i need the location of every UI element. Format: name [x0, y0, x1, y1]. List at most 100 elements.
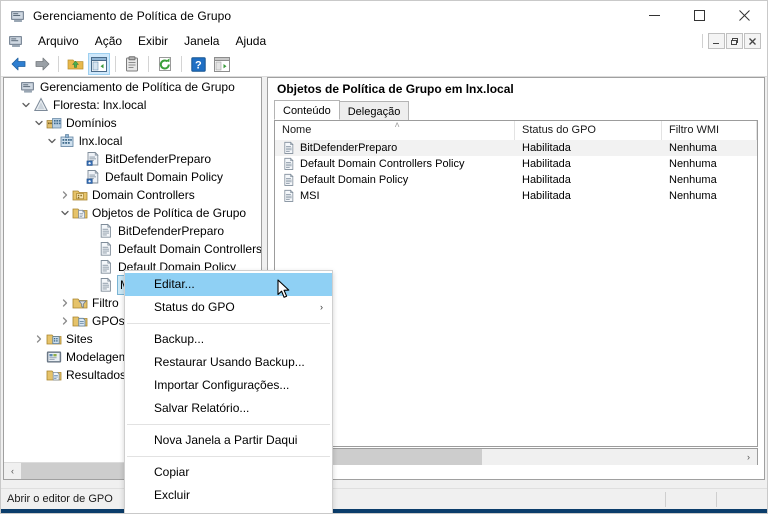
tree-node[interactable]: Gerenciamento de Política de Grupo	[4, 78, 261, 96]
tab-delegacao[interactable]: Delegação	[338, 101, 410, 120]
tree-node-label: GPOs	[92, 314, 125, 328]
tree-node-label: BitDefenderPreparo	[105, 152, 212, 166]
results-scroll-track[interactable]	[275, 448, 740, 465]
forward-icon[interactable]	[31, 53, 53, 75]
list-view-body[interactable]: BitDefenderPreparo Habilitada Nenhuma Defa…	[275, 140, 757, 204]
context-menu-item[interactable]: Nova Janela a Partir Daqui	[125, 429, 332, 452]
window-title: Gerenciamento de Política de Grupo	[33, 8, 232, 23]
chevron-right-icon: ›	[320, 302, 323, 312]
minimize-button[interactable]	[632, 1, 677, 30]
tree-node[interactable]: Objetos de Política de Grupo	[4, 204, 261, 222]
context-menu-item[interactable]: Renomear	[125, 507, 332, 513]
back-icon[interactable]	[7, 53, 29, 75]
context-menu-item-label: Status do GPO	[154, 300, 235, 314]
wmi-filters-icon	[72, 295, 88, 311]
sort-ascending-icon: ˄	[394, 120, 400, 130]
table-row[interactable]: MSI Habilitada Nenhuma	[275, 188, 757, 204]
tree-node[interactable]: Default Domain Controllers Poli	[4, 240, 261, 258]
tree-node[interactable]: BitDefenderPreparo	[4, 222, 261, 240]
context-menu-item[interactable]: Salvar Relatório...	[125, 397, 332, 420]
maximize-button[interactable]	[677, 1, 722, 30]
mdi-close-button[interactable]	[744, 33, 761, 49]
client-area: Gerenciamento de Política de Grupo Flore…	[1, 77, 767, 488]
domains-icon	[46, 115, 62, 131]
toolbar-separator	[148, 56, 149, 72]
properties-icon[interactable]	[121, 53, 143, 75]
table-row[interactable]: Default Domain Controllers Policy Habilit…	[275, 156, 757, 172]
tree-node[interactable]: BitDefenderPreparo	[4, 150, 261, 168]
menu-item-janela[interactable]: Janela	[176, 31, 227, 51]
menu-item-arquivo[interactable]: Arquivo	[30, 31, 87, 51]
tree-node[interactable]: Floresta: lnx.local	[4, 96, 261, 114]
close-button[interactable]	[722, 1, 767, 30]
cell-name: Default Domain Policy	[275, 173, 515, 187]
mdi-restore-button[interactable]	[726, 33, 743, 49]
context-menu-item-label: Excluir	[154, 488, 191, 502]
column-header-label: Filtro WMI	[669, 124, 720, 136]
cell-wmi-filter: Nenhuma	[669, 158, 717, 170]
help-icon[interactable]: ?	[187, 53, 209, 75]
status-bar: Abrir o editor de GPO	[1, 488, 767, 509]
chevron-right-icon[interactable]	[58, 312, 72, 330]
gpo-list-view[interactable]: Nome ˄ Status do GPO Filtro WMI BitDefender…	[274, 120, 758, 447]
column-header-label: Status do GPO	[522, 124, 596, 136]
show-hide-tree-icon[interactable]	[88, 53, 110, 75]
cell-name: BitDefenderPreparo	[275, 141, 515, 155]
console-root-icon	[20, 79, 36, 95]
tree-node[interactable]: Domain Controllers	[4, 186, 261, 204]
context-menu-item[interactable]: Copiar	[125, 461, 332, 484]
tree-node-label: Floresta: lnx.local	[53, 98, 147, 112]
tab-conteudo[interactable]: Conteúdo	[274, 100, 340, 120]
toolbar-separator	[181, 56, 182, 72]
results-scroll-right-arrow[interactable]: ›	[740, 448, 757, 465]
tree-node[interactable]: Domínios	[4, 114, 261, 132]
menu-item-ajuda[interactable]: Ajuda	[227, 31, 274, 51]
chevron-down-icon[interactable]	[19, 96, 33, 114]
tree-scroll-left-arrow[interactable]: ‹	[4, 463, 21, 479]
context-menu-item[interactable]: Importar Configurações...	[125, 374, 332, 397]
chevron-right-icon[interactable]	[58, 186, 72, 204]
column-header[interactable]: Status do GPO	[515, 121, 662, 140]
table-row[interactable]: BitDefenderPreparo Habilitada Nenhuma	[275, 140, 757, 156]
export-list-icon[interactable]	[211, 53, 233, 75]
tree-node-label: Domínios	[66, 116, 117, 130]
menu-item-acao[interactable]: Ação	[87, 31, 130, 51]
cell-wmi-filter: Nenhuma	[669, 142, 717, 154]
context-menu-item[interactable]: Editar...	[125, 273, 332, 296]
context-menu-item[interactable]: Excluir	[125, 484, 332, 507]
context-menu-item[interactable]: Status do GPO ›	[125, 296, 332, 319]
table-row[interactable]: Default Domain Policy Habilitada Nenhuma	[275, 172, 757, 188]
results-pane: Objetos de Política de Grupo em lnx.loca…	[267, 77, 765, 480]
column-header[interactable]: Nome ˄	[275, 121, 515, 140]
results-hscrollbar[interactable]: ›	[274, 448, 758, 465]
chevron-right-icon[interactable]	[32, 330, 46, 348]
mdi-minimize-button[interactable]	[708, 33, 725, 49]
chevron-right-icon[interactable]	[58, 294, 72, 312]
cell-name-label: Default Domain Controllers Policy	[300, 158, 465, 170]
chevron-down-icon[interactable]	[32, 114, 46, 132]
status-bar-cell-4	[717, 489, 767, 510]
context-menu-item[interactable]: Restaurar Usando Backup...	[125, 351, 332, 374]
results-icon	[46, 367, 62, 383]
context-menu-item-label: Editar...	[154, 277, 195, 291]
cell-name-label: MSI	[300, 190, 320, 202]
tree-node-label: Domain Controllers	[92, 188, 195, 202]
cell-name-label: BitDefenderPreparo	[300, 142, 398, 154]
gpo-context-menu[interactable]: Editar... Status do GPO › Backup... Restaura…	[124, 270, 333, 513]
gpo-icon	[282, 157, 296, 171]
chevron-down-icon[interactable]	[58, 204, 72, 222]
column-header[interactable]: Filtro WMI	[662, 121, 757, 140]
up-folder-icon[interactable]	[64, 53, 86, 75]
tree-node-label: Default Domain Controllers Poli	[118, 242, 261, 256]
tree-node[interactable]: Default Domain Policy	[4, 168, 261, 186]
domain-icon	[59, 133, 75, 149]
context-menu-item[interactable]: Backup...	[125, 328, 332, 351]
gpo-container-icon	[72, 205, 88, 221]
chevron-down-icon[interactable]	[45, 132, 59, 150]
cell-wmi-filter: Nenhuma	[669, 174, 717, 186]
refresh-icon[interactable]	[154, 53, 176, 75]
menu-item-exibir[interactable]: Exibir	[130, 31, 176, 51]
tree-node[interactable]: lnx.local	[4, 132, 261, 150]
